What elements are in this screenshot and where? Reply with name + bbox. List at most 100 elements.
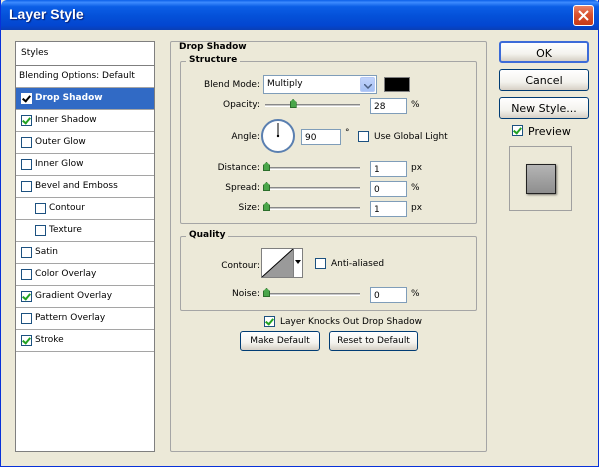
style-item-checkbox[interactable] bbox=[21, 115, 32, 126]
style-item-bevel-and-emboss[interactable]: Bevel and Emboss bbox=[16, 176, 154, 198]
size-input[interactable]: 1 bbox=[370, 201, 407, 217]
style-item-checkbox[interactable] bbox=[21, 269, 32, 280]
style-item-label: Inner Glow bbox=[35, 159, 84, 169]
style-item-satin[interactable]: Satin bbox=[16, 242, 154, 264]
use-global-light-checkbox[interactable] bbox=[358, 131, 369, 142]
close-button[interactable] bbox=[573, 5, 594, 26]
style-item-checkbox[interactable] bbox=[21, 159, 32, 170]
panel-title: Drop Shadow bbox=[179, 42, 247, 52]
style-item-color-overlay[interactable]: Color Overlay bbox=[16, 264, 154, 286]
style-item-contour[interactable]: Contour bbox=[16, 198, 154, 220]
reset-to-default-label: Reset to Default bbox=[337, 336, 410, 346]
angle-input[interactable]: 90 bbox=[301, 129, 341, 145]
noise-slider-thumb[interactable] bbox=[263, 288, 270, 297]
style-item-label: Color Overlay bbox=[35, 269, 97, 279]
opacity-slider-track[interactable] bbox=[265, 104, 360, 107]
size-label: Size: bbox=[238, 203, 260, 213]
knockout-checkbox[interactable] bbox=[264, 316, 275, 327]
opacity-slider-thumb[interactable] bbox=[289, 99, 297, 108]
style-item-label: Contour bbox=[49, 203, 85, 213]
reset-to-default-button[interactable]: Reset to Default bbox=[329, 331, 418, 351]
style-item-label: Pattern Overlay bbox=[35, 313, 106, 323]
style-item-inner-shadow[interactable]: Inner Shadow bbox=[16, 110, 154, 132]
contour-curve-icon bbox=[261, 248, 294, 278]
shadow-color-swatch[interactable] bbox=[384, 77, 410, 92]
preview-checkbox[interactable] bbox=[512, 125, 523, 136]
style-item-pattern-overlay[interactable]: Pattern Overlay bbox=[16, 308, 154, 330]
spread-input[interactable]: 0 bbox=[370, 181, 407, 197]
size-slider-thumb[interactable] bbox=[263, 202, 270, 211]
opacity-unit: % bbox=[411, 100, 420, 110]
distance-label: Distance: bbox=[217, 163, 260, 173]
style-item-checkbox[interactable] bbox=[35, 203, 46, 214]
make-default-button[interactable]: Make Default bbox=[240, 331, 320, 351]
quality-title: Quality bbox=[186, 230, 229, 240]
size-slider-track[interactable] bbox=[265, 207, 360, 210]
style-item-label: Inner Shadow bbox=[35, 115, 97, 125]
use-global-light-label: Use Global Light bbox=[374, 132, 448, 142]
style-item-checkbox[interactable] bbox=[21, 335, 32, 346]
style-item-checkbox[interactable] bbox=[21, 93, 32, 104]
opacity-label: Opacity: bbox=[223, 100, 260, 110]
style-item-checkbox[interactable] bbox=[21, 247, 32, 258]
style-item-label: Outer Glow bbox=[35, 137, 86, 147]
style-item-label: Gradient Overlay bbox=[35, 291, 113, 301]
new-style-button[interactable]: New Style... bbox=[499, 97, 589, 119]
spread-slider-track[interactable] bbox=[265, 187, 360, 190]
style-item-inner-glow[interactable]: Inner Glow bbox=[16, 154, 154, 176]
anti-aliased-checkbox[interactable] bbox=[315, 258, 326, 269]
distance-input[interactable]: 1 bbox=[370, 161, 407, 177]
chevron-down-icon bbox=[364, 84, 372, 89]
cancel-label: Cancel bbox=[525, 74, 563, 87]
blend-mode-label: Blend Mode: bbox=[203, 80, 260, 90]
contour-dropdown[interactable] bbox=[293, 248, 303, 278]
style-item-drop-shadow[interactable]: Drop Shadow bbox=[16, 88, 154, 110]
preview-swatch bbox=[526, 164, 556, 194]
contour-label: Contour: bbox=[221, 261, 260, 271]
drop-shadow-panel: Drop Shadow Structure Blend Mode: Multip… bbox=[170, 41, 487, 452]
anti-aliased-label: Anti-aliased bbox=[331, 259, 385, 269]
noise-label: Noise: bbox=[232, 289, 260, 299]
noise-input[interactable]: 0 bbox=[370, 287, 407, 303]
style-item-stroke[interactable]: Stroke bbox=[16, 330, 154, 352]
style-item-outer-glow[interactable]: Outer Glow bbox=[16, 132, 154, 154]
dropdown-button bbox=[360, 77, 375, 92]
window-title: Layer Style bbox=[9, 6, 84, 22]
style-item-texture[interactable]: Texture bbox=[16, 220, 154, 242]
spread-label: Spread: bbox=[225, 183, 260, 193]
layer-style-dialog: Layer Style Styles Blending Options: Def… bbox=[0, 0, 599, 467]
opacity-input[interactable]: 28 bbox=[370, 98, 407, 114]
caret-down-icon bbox=[295, 260, 301, 264]
make-default-label: Make Default bbox=[250, 336, 310, 346]
cancel-button[interactable]: Cancel bbox=[499, 69, 589, 91]
style-item-checkbox[interactable] bbox=[21, 313, 32, 324]
noise-slider-track[interactable] bbox=[265, 293, 360, 296]
noise-unit: % bbox=[411, 289, 420, 299]
style-item-gradient-overlay[interactable]: Gradient Overlay bbox=[16, 286, 154, 308]
distance-slider-track[interactable] bbox=[265, 167, 360, 170]
blend-mode-select[interactable]: Multiply bbox=[263, 75, 377, 94]
distance-unit: px bbox=[411, 163, 423, 173]
style-item-label: Stroke bbox=[35, 335, 64, 345]
style-item-checkbox[interactable] bbox=[21, 291, 32, 302]
distance-slider-thumb[interactable] bbox=[263, 162, 270, 171]
spread-unit: % bbox=[411, 183, 420, 193]
preview-label: Preview bbox=[528, 125, 571, 138]
angle-dial[interactable] bbox=[261, 119, 295, 153]
contour-preview[interactable] bbox=[261, 248, 294, 278]
style-item-checkbox[interactable] bbox=[35, 225, 46, 236]
styles-header[interactable]: Styles bbox=[16, 42, 154, 66]
style-preview bbox=[509, 146, 572, 211]
style-item-label: Satin bbox=[35, 247, 58, 257]
knockout-label: Layer Knocks Out Drop Shadow bbox=[280, 317, 422, 327]
blending-options-item[interactable]: Blending Options: Default bbox=[16, 66, 154, 88]
style-item-checkbox[interactable] bbox=[21, 137, 32, 148]
title-bar[interactable]: Layer Style bbox=[1, 0, 599, 30]
style-item-label: Drop Shadow bbox=[35, 93, 103, 103]
style-item-checkbox[interactable] bbox=[21, 181, 32, 192]
blend-mode-value: Multiply bbox=[267, 79, 303, 89]
ok-label: OK bbox=[536, 47, 552, 60]
ok-button[interactable]: OK bbox=[499, 41, 589, 63]
spread-slider-thumb[interactable] bbox=[263, 182, 270, 191]
angle-label: Angle: bbox=[231, 132, 260, 142]
